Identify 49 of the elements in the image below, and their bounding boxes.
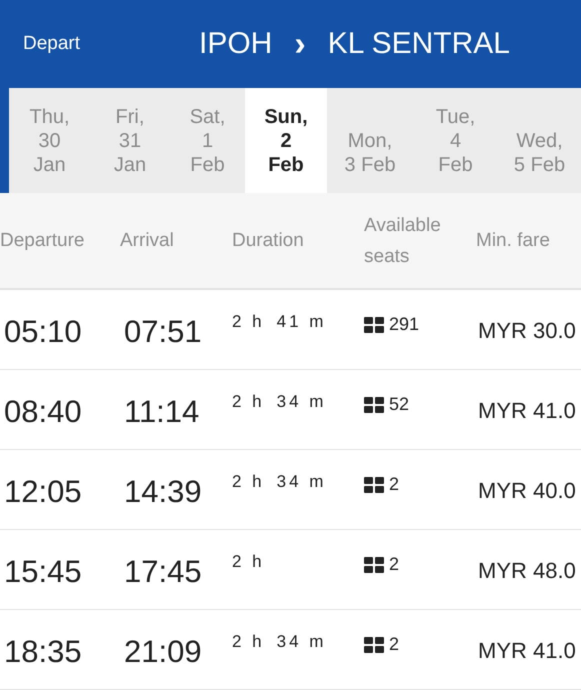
grid-icon <box>364 316 384 332</box>
grid-icon <box>364 396 384 412</box>
seat-count: 2 <box>389 474 400 495</box>
departure-time: 15:45 <box>3 554 83 590</box>
grid-icon <box>364 636 384 652</box>
departure-time: 18:35 <box>3 634 83 670</box>
trip-row[interactable]: 12:05 14:39 2 h 34 m 2 MYR 40.0 <box>0 450 581 530</box>
departure-time: 08:40 <box>3 394 83 430</box>
seat-count: 2 <box>389 554 400 575</box>
trip-row[interactable]: 15:45 17:45 2 h 2 MYR 48.0 <box>0 530 581 610</box>
date-tab[interactable]: Sun, 2 Feb <box>245 88 327 193</box>
duration-minutes: 34 m <box>276 392 326 412</box>
duration-hours: 2 h <box>232 472 265 492</box>
column-header: Arrival <box>120 229 175 253</box>
arrival-time: 21:09 <box>123 634 203 670</box>
column-header: Duration <box>232 229 305 253</box>
arrival-time: 14:39 <box>123 474 203 510</box>
seat-count: 2 <box>389 634 400 655</box>
trip-row[interactable]: 18:35 21:09 2 h 34 m 2 MYR 41.0 <box>0 610 581 690</box>
column-header: Available seats <box>364 214 442 268</box>
min-fare: MYR 41.0 <box>477 638 577 664</box>
duration-minutes: 41 m <box>276 312 326 332</box>
duration-hours: 2 h <box>232 312 265 332</box>
grid-icon <box>364 556 384 572</box>
min-fare: MYR 41.0 <box>477 398 577 424</box>
duration-hours: 2 h <box>232 632 265 652</box>
arrival-time: 11:14 <box>123 394 200 430</box>
duration-hours: 2 h <box>232 552 265 572</box>
duration-hours: 2 h <box>232 392 265 412</box>
chevron-icon: › <box>294 24 306 64</box>
arrival-time: 17:45 <box>123 554 203 590</box>
duration-minutes: 34 m <box>276 632 326 652</box>
seat-count: 52 <box>389 394 410 415</box>
seat-count: 291 <box>389 314 420 335</box>
column-header: Min. fare <box>476 229 551 253</box>
min-fare: MYR 40.0 <box>477 478 577 504</box>
trip-row[interactable]: 08:40 11:14 2 h 34 m 52 MYR 41.0 <box>0 370 581 450</box>
arrival-time: 07:51 <box>123 314 203 350</box>
depart-label: Depart <box>23 33 82 55</box>
origin-station: IPOH <box>199 27 272 61</box>
duration-minutes: 34 m <box>276 472 326 492</box>
departure-time: 12:05 <box>3 474 83 510</box>
departure-time: 05:10 <box>3 314 83 350</box>
column-header: Departure <box>0 229 86 253</box>
destination-station: KL SENTRAL <box>328 27 510 61</box>
min-fare: MYR 30.0 <box>477 318 577 344</box>
grid-icon <box>364 476 384 492</box>
trip-row[interactable]: 05:10 07:51 2 h 41 m 291 MYR 30.0 <box>0 290 581 370</box>
min-fare: MYR 48.0 <box>477 558 577 584</box>
